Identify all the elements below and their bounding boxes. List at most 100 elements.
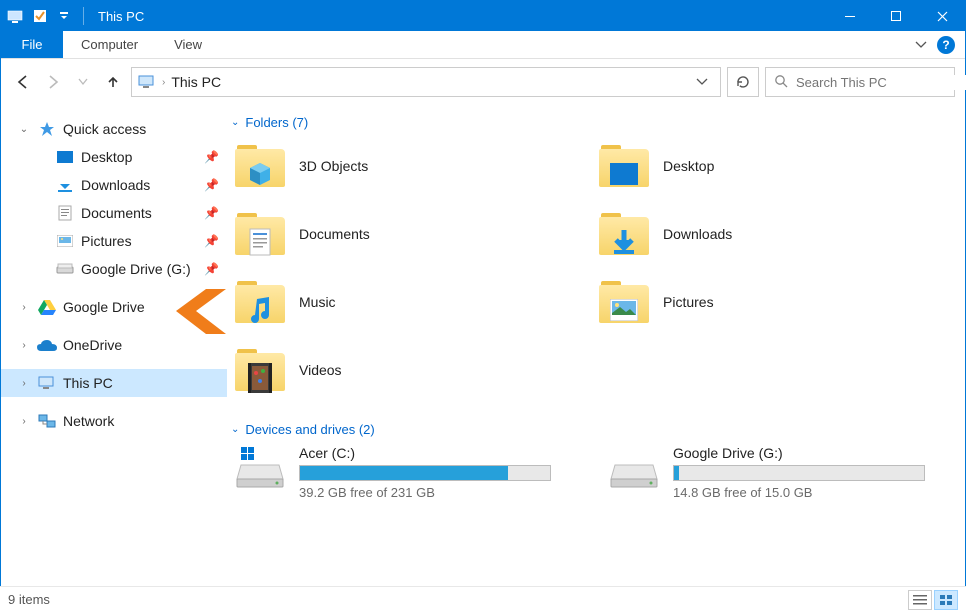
drive-name: Acer (C:) — [299, 445, 551, 461]
folder-icon — [235, 209, 285, 259]
tree-item-desktop[interactable]: Desktop 📌 — [1, 143, 227, 171]
drive-item[interactable]: Google Drive (G:) 14.8 GB free of 15.0 G… — [601, 445, 955, 500]
folder-icon — [235, 141, 285, 191]
breadcrumb[interactable]: This PC — [171, 74, 684, 90]
tree-label: OneDrive — [63, 337, 122, 353]
window-title: This PC — [98, 9, 144, 24]
pin-icon: 📌 — [204, 234, 219, 248]
recent-locations-button[interactable] — [71, 70, 95, 94]
folder-label: 3D Objects — [299, 158, 368, 174]
drive-capacity-bar — [673, 465, 925, 481]
tree-label: Desktop — [81, 149, 132, 165]
file-tab[interactable]: File — [1, 31, 63, 58]
folder-label: Desktop — [663, 158, 714, 174]
folder-item[interactable]: Documents — [227, 206, 591, 262]
tree-label: Pictures — [81, 233, 132, 249]
tree-this-pc[interactable]: › This PC — [1, 369, 227, 397]
help-button[interactable]: ? — [937, 36, 955, 54]
drive-icon — [55, 260, 75, 278]
drive-icon — [235, 445, 285, 491]
pin-icon: 📌 — [204, 178, 219, 192]
folder-label: Music — [299, 294, 336, 310]
group-header-drives[interactable]: ⌄ Devices and drives (2) — [227, 416, 955, 445]
tree-label: Downloads — [81, 177, 150, 193]
forward-button[interactable] — [41, 70, 65, 94]
minimize-button[interactable] — [827, 1, 873, 31]
tab-computer[interactable]: Computer — [63, 31, 156, 58]
maximize-button[interactable] — [873, 1, 919, 31]
this-pc-icon — [138, 75, 156, 89]
group-title: Folders (7) — [245, 115, 308, 130]
chevron-right-icon[interactable]: › — [17, 416, 31, 427]
drive-capacity-bar — [299, 465, 551, 481]
view-details-button[interactable] — [908, 590, 932, 610]
ribbon: File Computer View ? — [1, 31, 965, 59]
tree-item-downloads[interactable]: Downloads 📌 — [1, 171, 227, 199]
google-drive-icon — [37, 298, 57, 316]
folder-item[interactable]: Videos — [227, 342, 591, 398]
navigation-tree: ⌄ Quick access Desktop 📌 Downloads 📌 Doc… — [1, 105, 227, 603]
folder-item[interactable]: Pictures — [591, 274, 955, 330]
chevron-down-icon: ⌄ — [231, 424, 239, 435]
chevron-down-icon[interactable]: ⌄ — [17, 124, 31, 135]
refresh-button[interactable] — [727, 67, 759, 97]
group-title: Devices and drives (2) — [245, 422, 374, 437]
explorer-icon — [7, 7, 25, 25]
search-input[interactable] — [796, 75, 966, 90]
back-button[interactable] — [11, 70, 35, 94]
folder-item[interactable]: Downloads — [591, 206, 955, 262]
search-icon — [774, 74, 788, 91]
network-icon — [37, 412, 57, 430]
navbar: › This PC — [1, 59, 965, 105]
drive-icon — [609, 445, 659, 491]
tree-label: Google Drive (G:) — [81, 261, 191, 277]
status-text: 9 items — [8, 592, 50, 607]
qat-properties-icon[interactable] — [31, 7, 49, 25]
drive-name: Google Drive (G:) — [673, 445, 925, 461]
up-button[interactable] — [101, 70, 125, 94]
annotation-arrow-icon — [166, 289, 226, 334]
tree-item-pictures[interactable]: Pictures 📌 — [1, 227, 227, 255]
desktop-icon — [55, 148, 75, 166]
drive-info: 14.8 GB free of 15.0 GB — [673, 485, 925, 500]
onedrive-icon — [37, 336, 57, 354]
drive-info: 39.2 GB free of 231 GB — [299, 485, 551, 500]
folder-label: Videos — [299, 362, 342, 378]
pin-icon: 📌 — [204, 262, 219, 276]
qat-dropdown-icon[interactable] — [55, 7, 73, 25]
statusbar: 9 items — [0, 586, 966, 612]
chevron-down-icon: ⌄ — [231, 117, 239, 128]
chevron-right-icon[interactable]: › — [17, 340, 31, 351]
tree-onedrive[interactable]: › OneDrive — [1, 331, 227, 359]
tree-item-documents[interactable]: Documents 📌 — [1, 199, 227, 227]
chevron-right-icon[interactable]: › — [17, 302, 31, 313]
pin-icon: 📌 — [204, 206, 219, 220]
titlebar: This PC — [1, 1, 965, 31]
folder-item[interactable]: 3D Objects — [227, 138, 591, 194]
folder-icon — [599, 209, 649, 259]
folder-icon — [235, 345, 285, 395]
address-bar[interactable]: › This PC — [131, 67, 721, 97]
view-tiles-button[interactable] — [934, 590, 958, 610]
tree-item-google-drive-g[interactable]: Google Drive (G:) 📌 — [1, 255, 227, 283]
chevron-right-icon[interactable]: › — [162, 77, 165, 88]
ribbon-expand-icon[interactable] — [915, 37, 927, 53]
close-button[interactable] — [919, 1, 965, 31]
folder-icon — [599, 141, 649, 191]
tree-network[interactable]: › Network — [1, 407, 227, 435]
folder-item[interactable]: Music — [227, 274, 591, 330]
pictures-icon — [55, 232, 75, 250]
folder-label: Documents — [299, 226, 370, 242]
documents-icon — [55, 204, 75, 222]
tree-label: Google Drive — [63, 299, 145, 315]
chevron-right-icon[interactable]: › — [17, 378, 31, 389]
downloads-icon — [55, 176, 75, 194]
tree-quick-access[interactable]: ⌄ Quick access — [1, 115, 227, 143]
tree-label: Quick access — [63, 121, 146, 137]
address-dropdown-icon[interactable] — [690, 74, 714, 90]
folder-item[interactable]: Desktop — [591, 138, 955, 194]
tab-view[interactable]: View — [156, 31, 220, 58]
drive-item[interactable]: Acer (C:) 39.2 GB free of 231 GB — [227, 445, 581, 500]
search-box[interactable] — [765, 67, 955, 97]
group-header-folders[interactable]: ⌄ Folders (7) — [227, 109, 955, 138]
